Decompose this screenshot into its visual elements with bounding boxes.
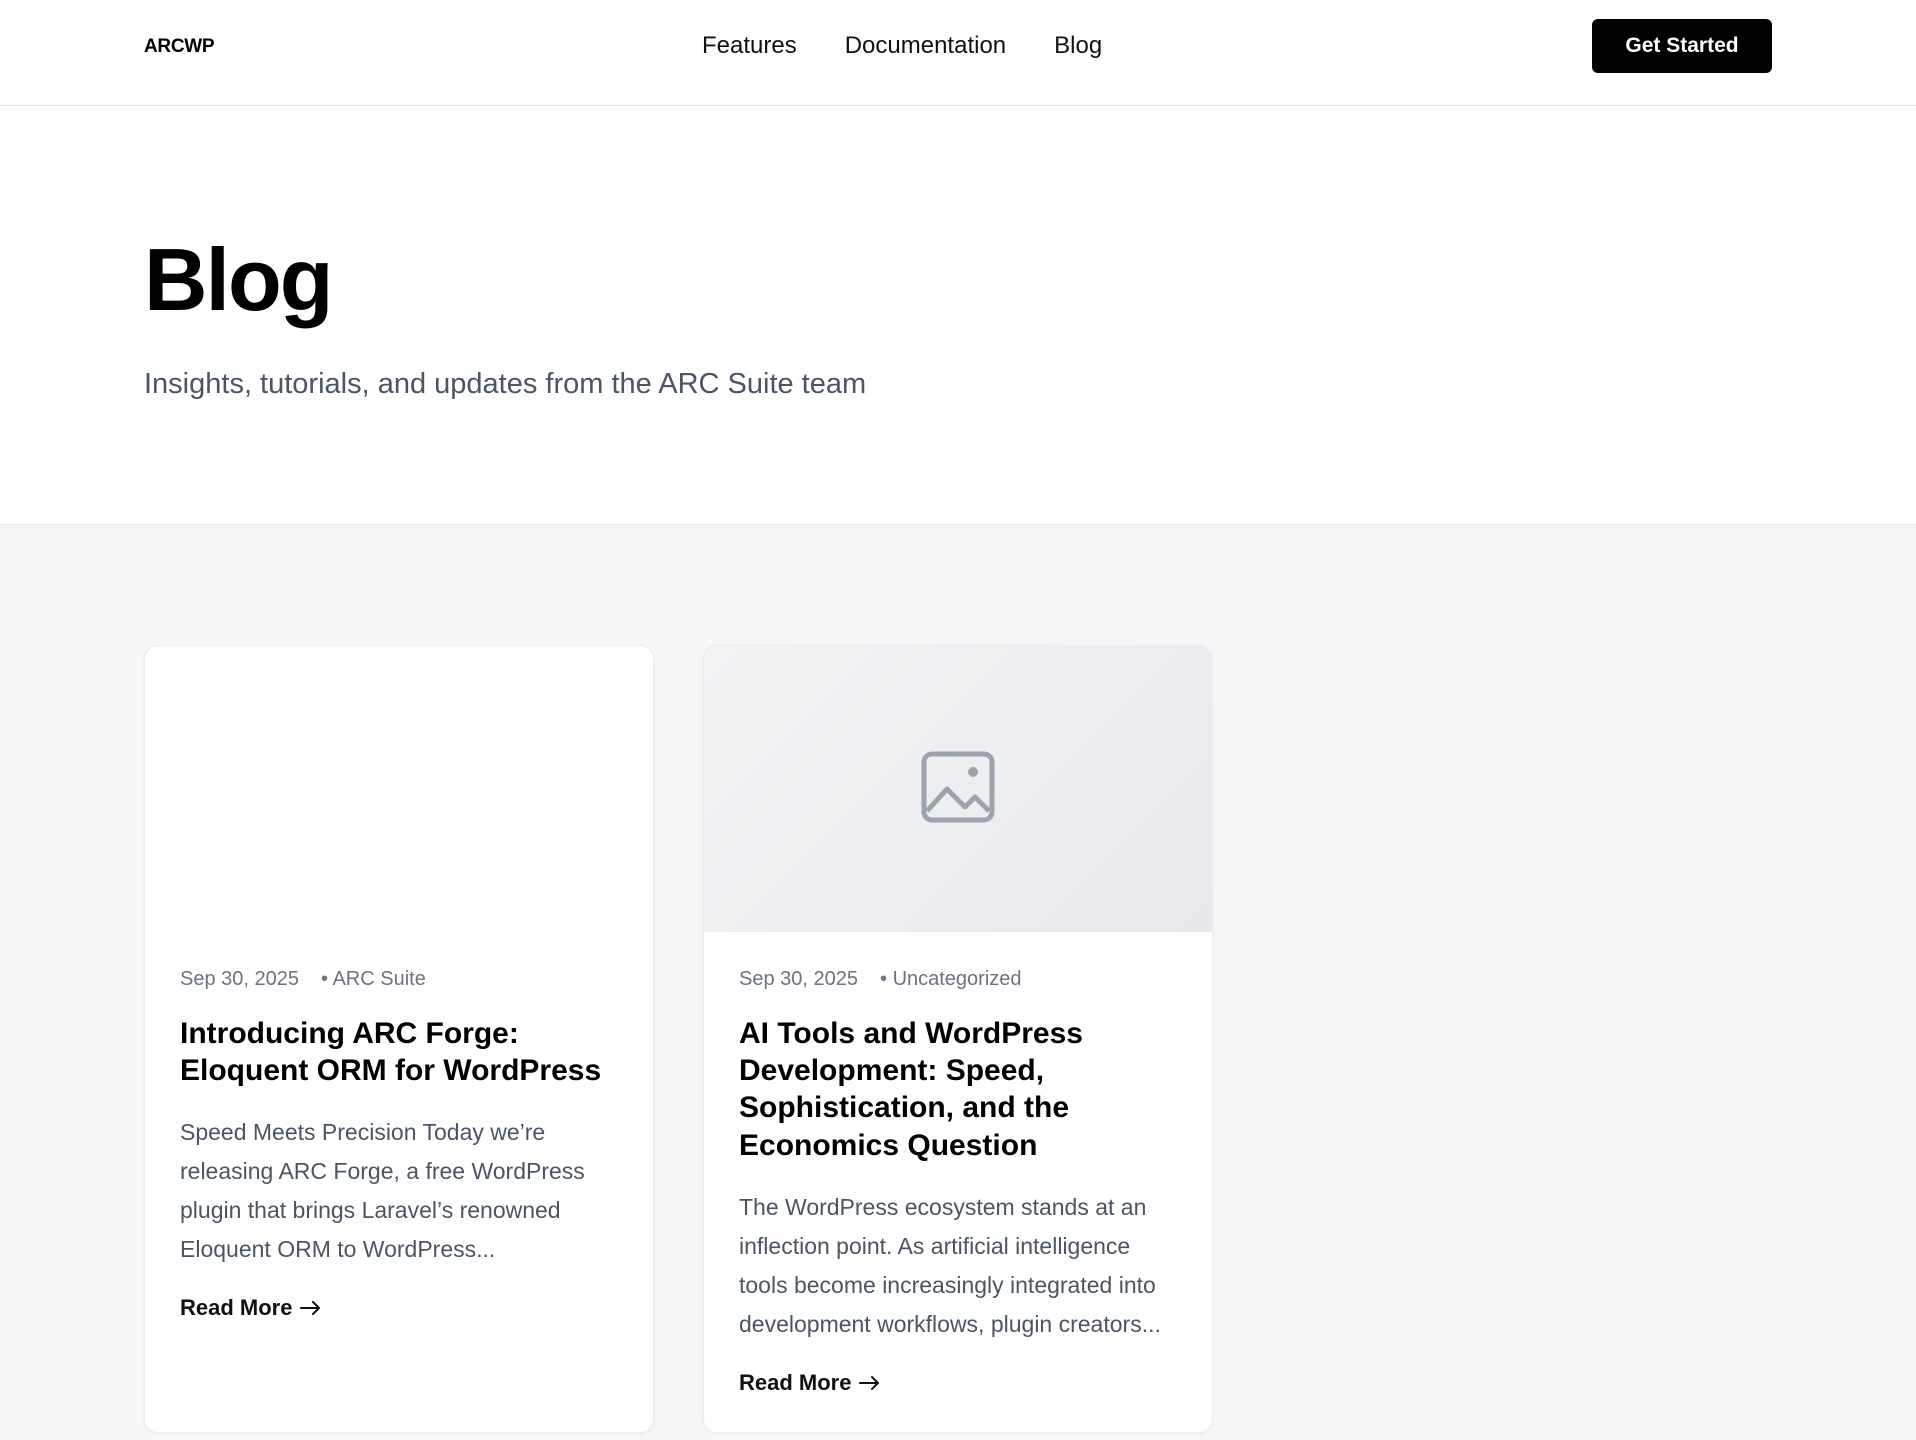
nav-features[interactable]: Features xyxy=(702,32,797,60)
arrow-right-icon xyxy=(300,1295,322,1321)
post-date: Sep 30, 2025 xyxy=(739,968,858,990)
post-excerpt: The WordPress ecosystem stands at an inf… xyxy=(739,1193,1161,1337)
post-category[interactable]: ARC Suite xyxy=(321,968,425,991)
post-meta: Sep 30, 2025 Uncategorized xyxy=(739,968,1177,991)
image-icon xyxy=(921,751,995,828)
read-more-link[interactable]: Read More xyxy=(739,1370,881,1396)
post-title[interactable]: Introducing ARC Forge: Eloquent ORM for … xyxy=(180,1015,618,1089)
post-thumbnail-placeholder[interactable] xyxy=(704,646,1212,932)
post-meta: Sep 30, 2025 ARC Suite xyxy=(180,968,618,991)
posts-section: Sep 30, 2025 ARC Suite Introducing ARC F… xyxy=(0,525,1916,1440)
post-thumbnail[interactable] xyxy=(145,646,653,932)
post-card[interactable]: Sep 30, 2025 Uncategorized AI Tools and … xyxy=(703,645,1213,1433)
page-title: Blog xyxy=(144,230,334,329)
post-card-body: Sep 30, 2025 ARC Suite Introducing ARC F… xyxy=(145,932,653,1321)
post-card-body: Sep 30, 2025 Uncategorized AI Tools and … xyxy=(704,932,1212,1396)
hero-section: Blog Insights, tutorials, and updates fr… xyxy=(0,106,1916,525)
post-excerpt: Speed Meets Precision Today we’re releas… xyxy=(180,1119,585,1263)
post-card[interactable]: Sep 30, 2025 ARC Suite Introducing ARC F… xyxy=(144,645,654,1433)
get-started-button[interactable]: Get Started xyxy=(1592,19,1772,73)
read-more-link[interactable]: Read More xyxy=(180,1295,322,1321)
read-more-label: Read More xyxy=(739,1369,852,1395)
nav-documentation[interactable]: Documentation xyxy=(845,32,1006,60)
page-subtitle: Insights, tutorials, and updates from th… xyxy=(144,368,867,400)
post-date: Sep 30, 2025 xyxy=(180,968,299,990)
read-more-label: Read More xyxy=(180,1295,293,1321)
nav-blog[interactable]: Blog xyxy=(1054,32,1102,60)
site-header: ARCWP Features Documentation Blog Get St… xyxy=(0,0,1916,106)
main-nav: Features Documentation Blog xyxy=(702,32,1102,60)
post-title[interactable]: AI Tools and WordPress Development: Spee… xyxy=(739,1015,1177,1164)
arrow-right-icon xyxy=(859,1370,881,1396)
site-logo[interactable]: ARCWP xyxy=(144,36,215,58)
post-category[interactable]: Uncategorized xyxy=(880,968,1022,991)
